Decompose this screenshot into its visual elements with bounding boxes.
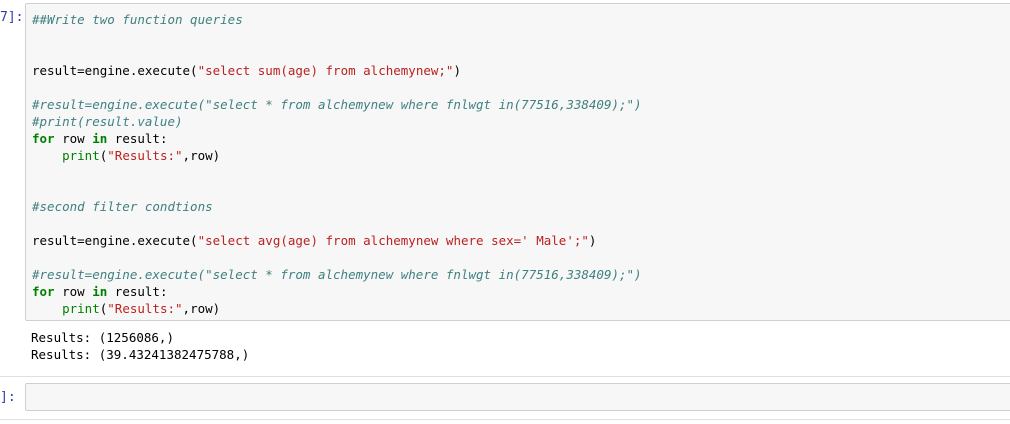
code-text: result: bbox=[107, 284, 168, 299]
code-string: "Results:" bbox=[107, 148, 183, 163]
code-string: "Results:" bbox=[107, 301, 183, 316]
code-text: result=engine.execute( bbox=[32, 233, 198, 248]
code-editor[interactable]: ##Write two function queries result=engi… bbox=[32, 11, 642, 317]
code-text: row bbox=[54, 131, 93, 146]
code-input-area[interactable]: ##Write two function queries result=engi… bbox=[25, 3, 1010, 321]
code-text: ,row) bbox=[182, 301, 221, 316]
code-text: ) bbox=[453, 63, 461, 78]
input-prompt: ]: bbox=[0, 390, 16, 405]
code-text: ) bbox=[588, 233, 597, 248]
code-text: result: bbox=[107, 131, 168, 146]
code-text: row bbox=[54, 284, 93, 299]
code-keyword: for bbox=[32, 284, 55, 299]
code-comment: #result=engine.execute("select * from al… bbox=[32, 97, 642, 112]
cell-divider bbox=[0, 376, 1010, 377]
code-builtin: print bbox=[62, 301, 100, 316]
code-keyword: in bbox=[92, 131, 108, 146]
code-text: result=engine.execute( bbox=[32, 63, 198, 78]
code-builtin: print bbox=[62, 148, 100, 163]
cell-output: Results: (1256086,) Results: (39.4324138… bbox=[31, 329, 249, 363]
cell-divider bbox=[0, 419, 1010, 420]
code-keyword: for bbox=[32, 131, 55, 146]
code-comment: ##Write two function queries bbox=[32, 12, 243, 27]
output-line: Results: (39.43241382475788,) bbox=[31, 347, 250, 362]
empty-code-input[interactable] bbox=[25, 383, 1010, 411]
code-comment: #second filter condtions bbox=[32, 199, 213, 214]
code-string: "select avg(age) from alchemynew where s… bbox=[197, 233, 589, 248]
input-prompt: 7]: bbox=[0, 10, 24, 25]
code-keyword: in bbox=[92, 284, 108, 299]
code-text: ,row) bbox=[182, 148, 221, 163]
code-comment: #print(result.value) bbox=[32, 114, 183, 129]
code-string: "select sum(age) from alchemynew;" bbox=[197, 63, 454, 78]
output-line: Results: (1256086,) bbox=[31, 330, 174, 345]
code-comment: #result=engine.execute("select * from al… bbox=[32, 267, 642, 282]
